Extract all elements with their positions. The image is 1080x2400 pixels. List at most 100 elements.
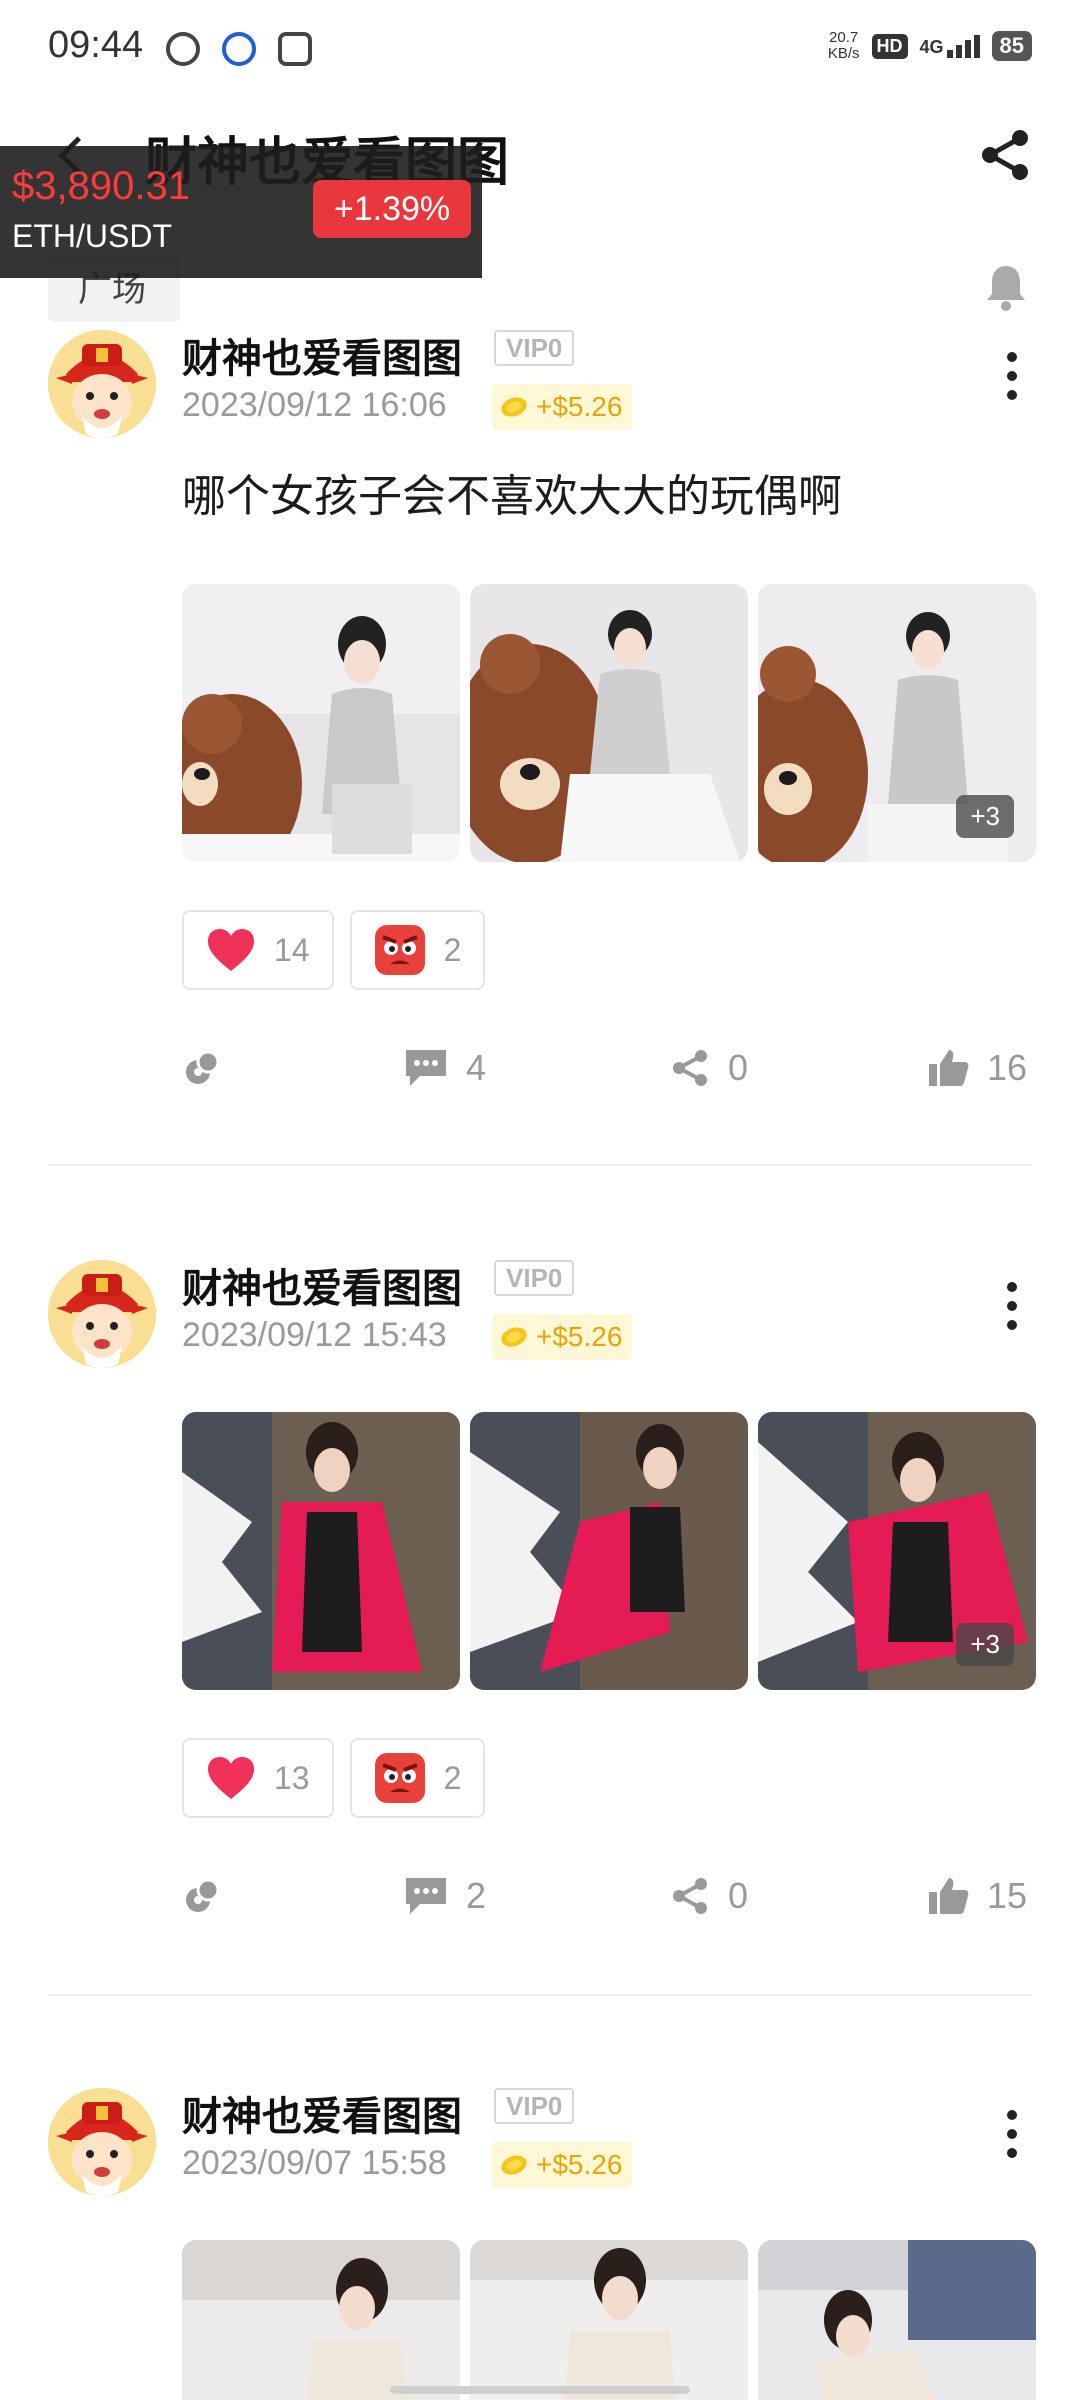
- comment-icon: [406, 1050, 446, 1086]
- price-ticker[interactable]: $3,890.31 ETH/USDT +1.39%: [0, 146, 482, 278]
- heart-count: 13: [274, 1759, 310, 1796]
- card-notification-icon: [278, 32, 312, 66]
- share-icon: [673, 1050, 707, 1086]
- reaction-row: 13 2: [182, 1738, 486, 1818]
- reward-amount: +$5.26: [536, 1321, 623, 1352]
- heart-count: 14: [274, 931, 310, 968]
- ticker-change-badge: +1.39%: [313, 180, 471, 238]
- network-speed-unit: KB/s: [827, 45, 860, 62]
- image-gallery: [182, 2240, 1036, 2400]
- like-count: 15: [987, 1875, 1028, 1916]
- post-image[interactable]: [182, 1412, 460, 1690]
- post-text: 哪个女孩子会不喜欢大大的玩偶啊: [182, 471, 842, 522]
- thumbs-up-icon: [929, 1878, 969, 1914]
- heart-reaction-button[interactable]: 13: [182, 1738, 334, 1818]
- network-speed-value: 20.7: [829, 29, 859, 46]
- status-bar: 09:44 20.7 KB/s HD 4G 85: [0, 0, 1080, 100]
- thumbs-up-icon: [929, 1050, 969, 1086]
- post-image[interactable]: [470, 584, 748, 862]
- post-image[interactable]: [470, 2240, 748, 2400]
- post-actions: 2 0 15: [182, 1866, 1042, 1926]
- share-button[interactable]: 0: [670, 1038, 748, 1098]
- heart-icon: [208, 929, 254, 971]
- comment-icon: [406, 1878, 446, 1914]
- avatar[interactable]: [48, 2088, 156, 2196]
- tip-button[interactable]: [182, 1038, 222, 1098]
- post-image[interactable]: [182, 2240, 460, 2400]
- comment-button[interactable]: 4: [404, 1038, 486, 1098]
- network-type: 4G: [919, 36, 944, 57]
- status-indicators: 20.7 KB/s HD 4G 85: [828, 30, 1032, 62]
- reward-badge: +$5.26: [492, 384, 633, 430]
- network-speed: 20.7 KB/s: [828, 30, 860, 62]
- angry-reaction-button[interactable]: 2: [349, 1738, 486, 1818]
- post-actions: 4 0 16: [182, 1038, 1042, 1098]
- share-button[interactable]: 0: [670, 1866, 748, 1926]
- more-images-count[interactable]: +3: [956, 795, 1014, 838]
- reward-badge: +$5.26: [492, 1314, 633, 1360]
- coin-icon: [498, 394, 530, 420]
- post-image[interactable]: +3: [758, 584, 1036, 862]
- share-count: 0: [728, 1875, 749, 1916]
- share-count: 0: [728, 1047, 749, 1088]
- angry-count: 2: [443, 1759, 462, 1796]
- status-time: 09:44: [48, 24, 144, 66]
- avatar[interactable]: [48, 1260, 156, 1368]
- post-author-name[interactable]: 财神也爱看图图: [182, 1256, 462, 1314]
- angry-reaction-button[interactable]: 2: [349, 910, 486, 990]
- like-count: 16: [987, 1047, 1028, 1088]
- status-notification-icons: [166, 32, 312, 66]
- vip-badge: VIP0: [494, 330, 575, 366]
- more-options-button[interactable]: [992, 1276, 1032, 1336]
- coin-tip-icon: [186, 1878, 220, 1912]
- vip-badge: VIP0: [494, 1260, 575, 1296]
- avatar[interactable]: [48, 330, 156, 438]
- image-gallery: +3: [182, 584, 1036, 862]
- qq-notification-icon: [222, 32, 256, 66]
- app-notification-icon: [166, 32, 200, 66]
- post-timestamp: 2023/09/12 16:06: [182, 386, 447, 424]
- share-icon[interactable]: [978, 128, 1032, 182]
- more-options-button[interactable]: [992, 2104, 1032, 2164]
- comment-button[interactable]: 2: [404, 1866, 486, 1926]
- signal-icon: 4G: [919, 34, 980, 58]
- reward-amount: +$5.26: [536, 391, 623, 422]
- image-gallery: +3: [182, 1412, 1036, 1690]
- post-image[interactable]: [470, 1412, 748, 1690]
- bell-icon[interactable]: [984, 262, 1028, 312]
- heart-icon: [208, 1757, 254, 1799]
- share-icon: [673, 1878, 707, 1914]
- post-author-name[interactable]: 财神也爱看图图: [182, 326, 462, 384]
- heart-reaction-button[interactable]: 14: [182, 910, 334, 990]
- hd-badge: HD: [871, 33, 908, 59]
- like-button[interactable]: 15: [927, 1866, 1027, 1926]
- tip-button[interactable]: [182, 1866, 222, 1926]
- coin-tip-icon: [186, 1050, 220, 1084]
- angry-count: 2: [443, 931, 462, 968]
- ticker-price: $3,890.31: [12, 164, 190, 208]
- post-divider: [48, 1164, 1032, 1166]
- angry-face-icon: [374, 1753, 425, 1803]
- reward-amount: +$5.26: [536, 2149, 623, 2180]
- post-timestamp: 2023/09/07 15:58: [182, 2144, 447, 2182]
- more-options-button[interactable]: [992, 346, 1032, 406]
- coin-icon: [498, 2152, 530, 2178]
- angry-face-icon: [374, 925, 425, 975]
- post-author-name[interactable]: 财神也爱看图图: [182, 2084, 462, 2142]
- vip-badge: VIP0: [494, 2088, 575, 2124]
- home-indicator[interactable]: [390, 2386, 690, 2394]
- comment-count: 2: [466, 1875, 487, 1916]
- post-image[interactable]: [758, 2240, 1036, 2400]
- post-image[interactable]: [182, 584, 460, 862]
- ticker-pair: ETH/USDT: [12, 218, 172, 254]
- reward-badge: +$5.26: [492, 2142, 633, 2188]
- post-divider: [48, 1994, 1032, 1996]
- coin-icon: [498, 1324, 530, 1350]
- reaction-row: 14 2: [182, 910, 486, 990]
- like-button[interactable]: 16: [927, 1038, 1027, 1098]
- battery-icon: 85: [991, 31, 1032, 61]
- more-images-count[interactable]: +3: [956, 1623, 1014, 1666]
- comment-count: 4: [466, 1047, 487, 1088]
- post-image[interactable]: +3: [758, 1412, 1036, 1690]
- post-timestamp: 2023/09/12 15:43: [182, 1316, 447, 1354]
